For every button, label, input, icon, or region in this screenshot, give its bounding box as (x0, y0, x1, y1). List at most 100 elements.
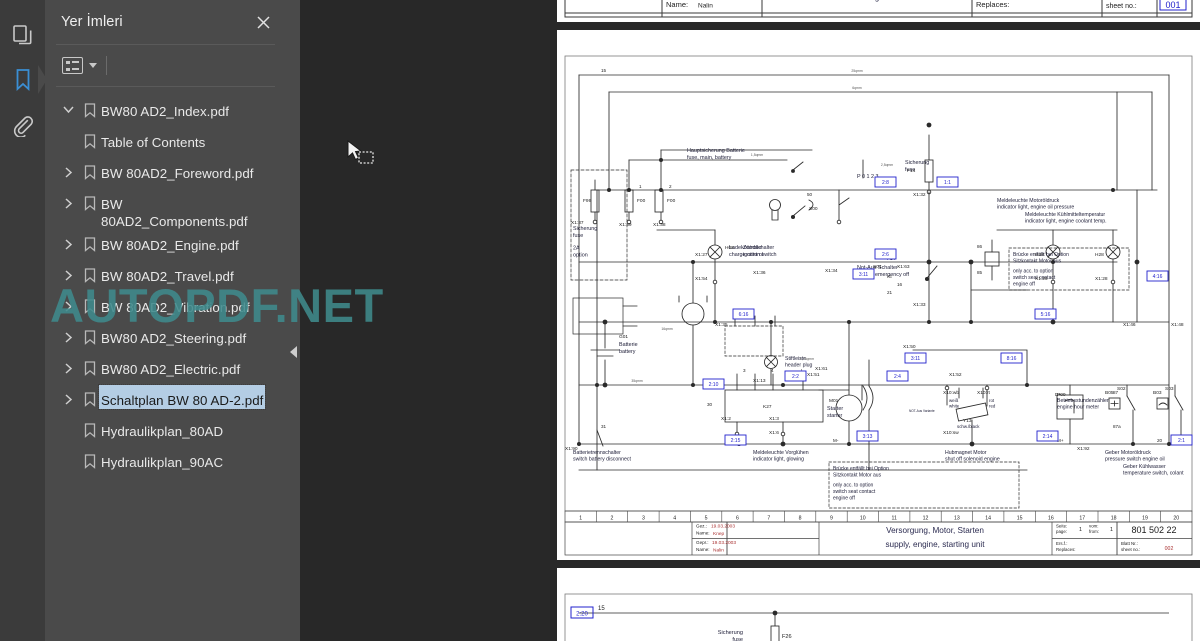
bookmark-item[interactable]: BW 80AD2_Engine.pdf (45, 230, 286, 261)
sheet-number: 002 (1165, 546, 1174, 552)
next-terminal: 15 (598, 606, 605, 612)
terminal-number: 21 (887, 290, 893, 295)
bookmark-icon (79, 158, 101, 180)
cross-reference-label: 6:16 (739, 312, 749, 318)
chevron-right-icon[interactable] (57, 385, 79, 405)
cross-reference-label: 8:16 (1007, 356, 1017, 362)
rail-item-attachments[interactable] (0, 102, 45, 147)
close-panel-button[interactable] (252, 11, 274, 33)
chevron-right-icon[interactable] (57, 261, 79, 281)
bookmark-item[interactable]: Hydraulikplan_90AC (45, 447, 286, 478)
component-label-oil-sender: Geber Motoröldruck (1105, 450, 1151, 456)
chevron-right-icon[interactable] (57, 230, 79, 250)
component-label-solenoid: shut off solenoid engine (945, 457, 1000, 463)
bookmark-icon (79, 323, 101, 345)
component-label-F99-block: Sicherung (573, 226, 597, 232)
document-view[interactable]: Name: Nalin circuit diagram Replaces: sh… (300, 0, 1200, 641)
bookmark-tree: BW80 AD2_Index.pdf Table of Contents BW 80… (45, 87, 286, 478)
designator: X1:37 (571, 220, 584, 226)
designator: X1:2 (721, 416, 731, 422)
bookmark-item[interactable]: BW 80AD2_Travel.pdf (45, 261, 286, 292)
column-number: 4 (673, 516, 676, 522)
checked-date: 19.03.2003 (712, 540, 736, 546)
terminal-number: 85 (977, 270, 983, 275)
column-number: 3 (642, 516, 645, 522)
terminal-number: 86 (977, 244, 983, 249)
close-icon (256, 15, 270, 29)
chevron-down-icon[interactable] (89, 63, 97, 68)
drawing-number: 801 502 22 (1131, 525, 1176, 535)
rail-item-thumbnails[interactable] (0, 12, 45, 57)
page-value: 1 (1079, 527, 1082, 533)
page-label-en: page: (1056, 529, 1067, 534)
bookmark-item[interactable]: Table of Contents (45, 127, 286, 158)
collapse-panel-button[interactable] (287, 341, 299, 363)
cross-reference: 2:6 (874, 248, 897, 260)
panel-edge (286, 0, 300, 641)
checked-name-label: Name: (696, 547, 710, 552)
component-label-starter: starter (827, 413, 842, 419)
prev-sheet-label: sheet no.: (1106, 3, 1137, 10)
designator: X1:33 (913, 302, 926, 308)
cross-reference-label: 3:11 (911, 356, 921, 362)
chevron-right-icon[interactable] (57, 189, 79, 209)
column-number: 18 (1111, 516, 1117, 522)
cross-reference: 4:16 (1146, 270, 1169, 282)
bookmark-item[interactable]: BW 80AD2_Foreword.pdf (45, 158, 286, 189)
bookmark-item[interactable]: BW80 AD2_Steering.pdf (45, 323, 286, 354)
designator: X1:54 (695, 276, 708, 282)
chevron-right-icon[interactable] (57, 354, 79, 374)
cross-reference-label: 5:16 (1041, 312, 1051, 318)
component-label-temp-sender: temperature switch, colant (1123, 471, 1184, 477)
cross-reference: 2:10 (702, 378, 725, 390)
cross-reference-label: 2:2 (792, 374, 799, 380)
chevron-right-icon[interactable] (57, 323, 79, 343)
bookmark-item[interactable]: Schaltplan BW 80 AD-2.pdf (45, 384, 286, 416)
terminal-number: 16 (897, 282, 903, 287)
component-label-oil-sender: pressure switch engine oil (1105, 457, 1165, 463)
designator: F00 (637, 198, 646, 204)
replaces-label-de: Ers.f.: (1056, 541, 1067, 546)
designator: X1:52 (949, 372, 962, 378)
triangle-left-icon (289, 346, 297, 358)
note-line: engine off (833, 495, 855, 501)
next-label-de: Sicherung (718, 630, 743, 636)
checked-label: Gepr.: (696, 540, 709, 545)
chevron-down-icon[interactable] (57, 96, 79, 114)
designator: H28 (1035, 252, 1044, 258)
component-label-F99-block: fuse (573, 233, 583, 239)
bookmark-item[interactable]: BW80 AD2_Index.pdf (45, 96, 286, 127)
designator: X10:rt (977, 390, 990, 396)
note-line: Sitzkontakt Motor aus (833, 472, 882, 478)
component-label-coolant: Meldeleuchte Kühlmitteltemperatur (1025, 212, 1105, 218)
designator: S00 (809, 206, 818, 212)
bookmark-item[interactable]: BW 80AD2_Vibration.pdf (45, 292, 286, 323)
list-options-icon[interactable] (62, 57, 83, 74)
bookmarks-panel: Yer İmleri BW80 AD2_Index.pdf Table of Co… (45, 0, 286, 641)
wire-gauge: 35qmm (631, 379, 642, 383)
designator: X1:46 (1123, 322, 1136, 328)
rail-item-bookmarks[interactable] (0, 57, 47, 102)
bookmark-item[interactable]: Hydraulikplan_80AD (45, 416, 286, 447)
bookmark-item[interactable]: BW 80AD2_Components.pdf (45, 189, 286, 230)
component-label-main-fuse: fuse, main, battery (687, 155, 732, 161)
navigation-rail (0, 0, 47, 641)
paperclip-attachment-icon (11, 113, 35, 137)
column-number: 20 (1173, 516, 1179, 522)
designator: X1:61 (815, 366, 828, 372)
designator: X1:36 (753, 270, 766, 276)
cross-reference-label: 1:1 (944, 180, 951, 186)
note-line: Brücke entfällt bei Option (833, 466, 889, 472)
column-number: 6 (736, 516, 739, 522)
bookmark-icon (79, 230, 101, 252)
bookmark-item[interactable]: BW80 AD2_Electric.pdf (45, 354, 286, 385)
chevron-right-icon[interactable] (57, 292, 79, 312)
chevron-right-icon[interactable] (57, 158, 79, 178)
bookmark-icon (79, 261, 101, 283)
column-number: 8 (799, 516, 802, 522)
cross-reference-label: 3:13 (863, 434, 873, 440)
bookmark-label: Hydraulikplan_80AD (101, 424, 224, 439)
column-number: 14 (985, 516, 991, 522)
cross-reference: 3:13 (856, 430, 879, 442)
designator: X1:51 (807, 372, 820, 378)
